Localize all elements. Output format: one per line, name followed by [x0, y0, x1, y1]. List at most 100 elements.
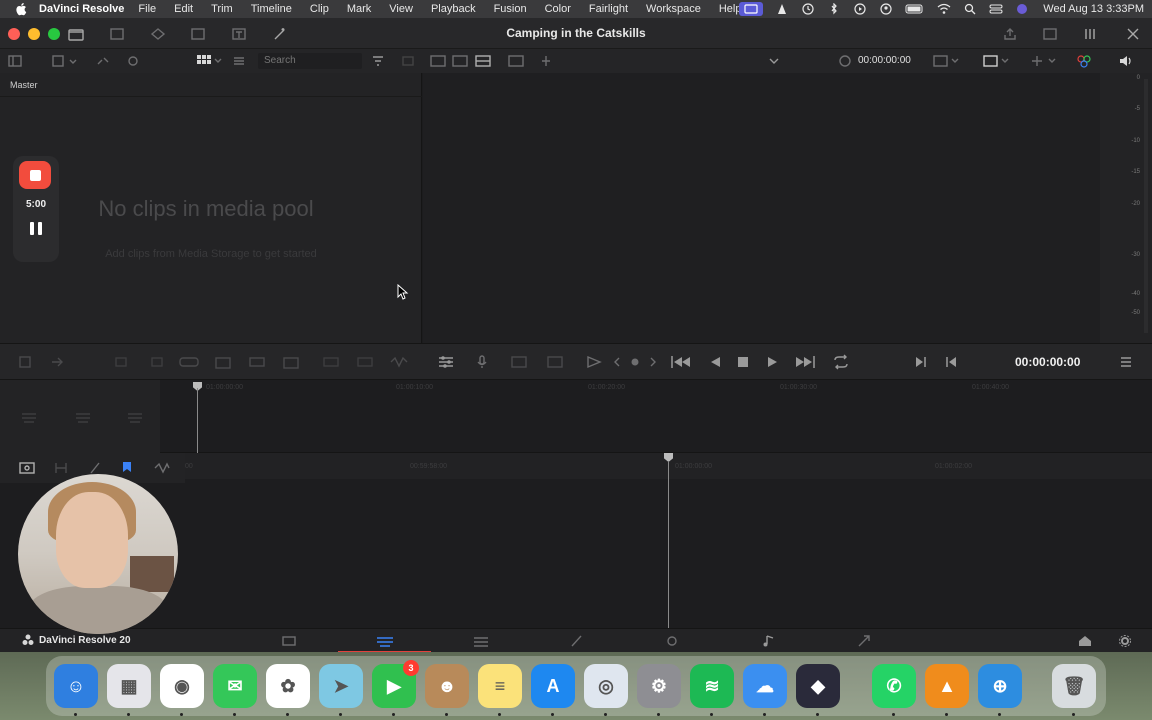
mark-out-icon[interactable]	[945, 355, 959, 369]
deliver-page-icon[interactable]	[856, 634, 872, 648]
transform-icon[interactable]	[1030, 55, 1058, 67]
stabilize-icon[interactable]	[509, 354, 529, 370]
timeline-view-options-icon[interactable]	[18, 461, 36, 475]
dock-whatsapp-icon[interactable]: ✆	[872, 664, 916, 708]
stop-recording-button[interactable]	[19, 161, 51, 189]
dock-preview-icon[interactable]: ◎	[584, 664, 628, 708]
full-screen-viewer-icon[interactable]	[1042, 27, 1058, 41]
dock-icloud-icon[interactable]: ☁	[743, 664, 787, 708]
viewer-dropdown-icon[interactable]	[768, 56, 780, 66]
menu-timeline[interactable]: Timeline	[251, 3, 292, 15]
track-lock-icon[interactable]	[20, 410, 38, 424]
snapping-icon[interactable]	[52, 461, 70, 475]
menu-fairlight[interactable]: Fairlight	[589, 3, 628, 15]
fairlight-page-icon[interactable]	[761, 634, 777, 648]
dock-contacts-icon[interactable]: ☻	[425, 664, 469, 708]
menubar-clock[interactable]: Wed Aug 13 3:33PM	[1043, 3, 1144, 15]
menu-mark[interactable]: Mark	[347, 3, 371, 15]
menu-playback[interactable]: Playback	[431, 3, 476, 15]
time-machine-icon[interactable]	[801, 3, 815, 15]
dock-system-settings-icon[interactable]: ⚙	[637, 664, 681, 708]
transform-tool-icon[interactable]	[322, 355, 340, 369]
menu-trim[interactable]: Trim	[211, 3, 233, 15]
dock-launchpad-icon[interactable]: ▦	[107, 664, 151, 708]
user-status-icon[interactable]	[879, 3, 893, 15]
go-to-start-icon[interactable]	[670, 355, 692, 369]
loop-icon[interactable]	[831, 354, 851, 370]
control-center-icon[interactable]	[989, 3, 1003, 15]
dock-photos-icon[interactable]: ✿	[266, 664, 310, 708]
audio-waveform-icon[interactable]	[153, 461, 171, 475]
home-icon[interactable]	[1077, 634, 1093, 648]
smart-reframe-icon[interactable]	[545, 354, 565, 370]
menu-workspace[interactable]: Workspace	[646, 3, 701, 15]
viewer-timecode[interactable]: 00:00:00:00	[858, 55, 911, 66]
voiceover-mic-icon[interactable]	[473, 354, 491, 370]
fusion-page-icon[interactable]	[569, 634, 585, 648]
place-on-top-icon[interactable]	[178, 355, 200, 369]
color-wheel-icon[interactable]	[1076, 54, 1092, 68]
close-up-icon[interactable]	[150, 355, 164, 369]
blade-icon[interactable]	[86, 461, 104, 475]
settings-gear-icon[interactable]	[1117, 634, 1133, 648]
grid-view-icon[interactable]	[196, 54, 224, 68]
tools-sliders-icon[interactable]	[437, 354, 455, 370]
dock-notes-icon[interactable]: ≡	[478, 664, 522, 708]
screen-recorder-status-icon[interactable]	[739, 2, 764, 16]
color-page-icon[interactable]	[664, 634, 680, 648]
metadata-icon[interactable]	[400, 54, 416, 68]
close-panel-icon[interactable]	[1125, 27, 1141, 41]
source-tape-icon[interactable]	[430, 55, 446, 67]
menu-view[interactable]: View	[389, 3, 413, 15]
go-to-end-icon[interactable]	[794, 355, 816, 369]
nav-prev-next-icon[interactable]	[613, 356, 657, 368]
dock-app-store-icon[interactable]: A	[531, 664, 575, 708]
link-icon[interactable]	[96, 55, 110, 67]
master-bin-label[interactable]: Master	[10, 80, 38, 90]
viewer-layout-icon[interactable]	[508, 55, 524, 67]
volume-icon[interactable]	[1118, 54, 1134, 68]
timeline-options-icon[interactable]	[1119, 356, 1133, 368]
cut-page-icon[interactable]	[375, 634, 395, 648]
dynamic-zoom-icon[interactable]	[282, 354, 300, 370]
dock-finder-icon[interactable]: ☺	[54, 664, 98, 708]
pause-recording-button[interactable]	[30, 222, 42, 235]
viewer-display-mode-icon[interactable]	[983, 55, 1011, 67]
apple-menu-icon[interactable]	[15, 2, 29, 16]
vlc-menu-icon[interactable]	[775, 3, 789, 15]
menu-edit[interactable]: Edit	[174, 3, 193, 15]
siri-icon[interactable]	[1015, 3, 1029, 15]
dock-facetime-icon[interactable]: ▶ 3	[372, 660, 419, 708]
track-audio-icon[interactable]	[74, 410, 92, 424]
picture-in-picture-icon[interactable]	[356, 355, 374, 369]
mark-in-icon[interactable]	[913, 355, 927, 369]
play-around-icon[interactable]	[582, 354, 604, 370]
viewer-zoom-icon[interactable]	[933, 55, 961, 67]
sort-icon[interactable]	[370, 54, 386, 68]
play-status-icon[interactable]	[853, 3, 867, 15]
dock-maps-icon[interactable]: ➤	[319, 664, 363, 708]
viewer-panel[interactable]	[423, 73, 1100, 343]
media-page-icon[interactable]	[281, 634, 297, 648]
dock-spotify-icon[interactable]: ≋	[690, 664, 734, 708]
ripple-overwrite-icon[interactable]	[114, 355, 128, 369]
timeline-viewer-icon[interactable]	[475, 55, 491, 67]
trim-icon[interactable]	[248, 355, 266, 369]
source-clip-icon[interactable]	[452, 55, 468, 67]
media-search-input[interactable]	[258, 53, 362, 69]
dock-messages-icon[interactable]: ✉	[213, 664, 257, 708]
smart-insert-icon[interactable]	[18, 355, 32, 369]
play-reverse-icon[interactable]	[708, 355, 722, 369]
quick-export-icon[interactable]	[1002, 27, 1018, 41]
append-icon[interactable]	[50, 355, 64, 369]
edit-page-icon[interactable]	[472, 634, 490, 648]
timecode-clock-icon[interactable]	[838, 54, 852, 68]
webcam-overlay[interactable]	[18, 474, 178, 634]
menu-file[interactable]: File	[138, 3, 156, 15]
dock-trash-icon[interactable]: 🗑	[1052, 664, 1096, 708]
spotlight-search-icon[interactable]	[963, 3, 977, 15]
menu-color[interactable]: Color	[545, 3, 571, 15]
stop-icon[interactable]	[736, 355, 750, 369]
dock-chrome-icon[interactable]: ◉	[160, 664, 204, 708]
timeline-timecode[interactable]: 00:00:00:00	[1015, 355, 1080, 369]
